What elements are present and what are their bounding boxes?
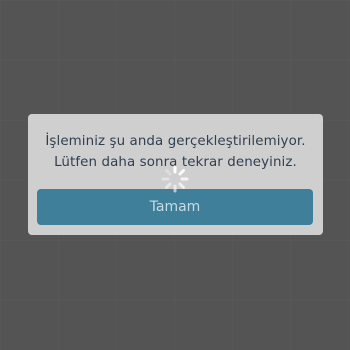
loading-spinner-icon	[161, 165, 189, 193]
error-message-line-1: İşleminiz şu anda gerçekleştirilemiyor.	[45, 134, 306, 149]
app-screen: İşleminiz şu anda gerçekleştirilemiyor. …	[0, 0, 350, 350]
